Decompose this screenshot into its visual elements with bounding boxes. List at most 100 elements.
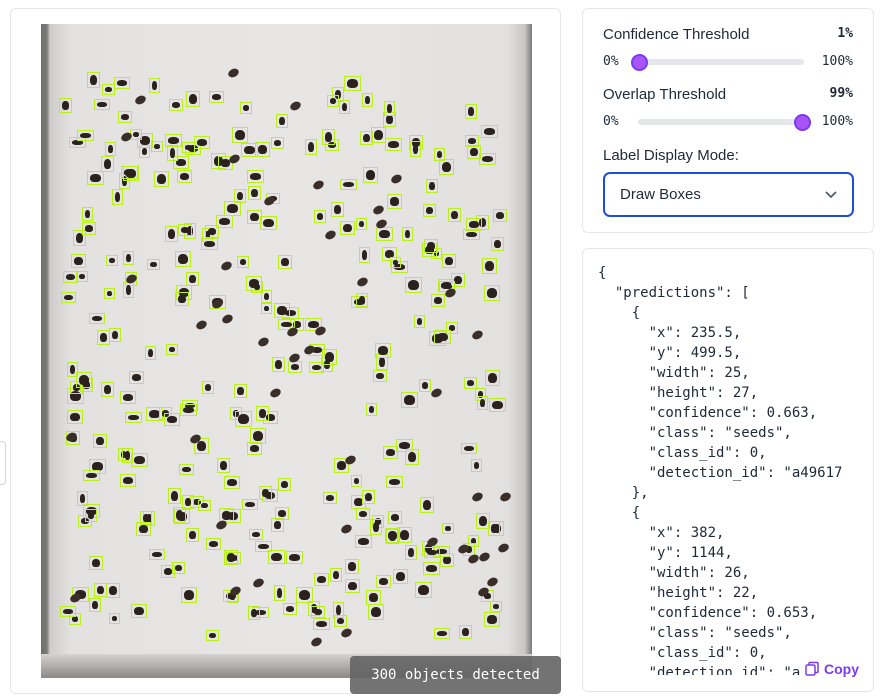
detection-box [260, 216, 277, 230]
detection-box [386, 476, 403, 488]
detection-box [180, 404, 197, 416]
detection-box [420, 497, 434, 513]
detection-box [490, 601, 502, 612]
overlap-max-label: 100% [821, 114, 853, 129]
detection-box [97, 330, 110, 345]
detection-box [271, 518, 284, 532]
detection-overlay [41, 24, 532, 678]
confidence-slider[interactable] [631, 53, 804, 71]
detection-box [106, 255, 118, 266]
detection-box [256, 406, 269, 421]
detection-box [63, 271, 78, 283]
detection-box [224, 550, 238, 565]
detection-box [333, 602, 344, 618]
detection-box [345, 579, 360, 593]
detection-box [471, 459, 482, 472]
detection-box [313, 618, 330, 630]
detection-box [405, 545, 417, 560]
detection-box [105, 142, 116, 156]
detection-box [165, 226, 178, 242]
detection-box [464, 377, 477, 389]
detection-box [248, 186, 261, 200]
detection-box [118, 111, 132, 123]
left-panel-handle[interactable] [0, 441, 6, 485]
detection-box [274, 303, 290, 318]
detection-box [434, 148, 445, 161]
detection-box [106, 583, 120, 598]
detection-box [201, 238, 218, 250]
seed [311, 179, 326, 191]
detection-box [351, 475, 362, 487]
detection-box [405, 449, 419, 465]
detection-box [383, 446, 398, 459]
detection-box [405, 277, 422, 293]
detection-box [147, 259, 160, 270]
confidence-threshold-label: Confidence Threshold [603, 26, 750, 43]
detection-box [477, 396, 488, 410]
detection-box [385, 138, 402, 151]
detection-box [112, 189, 123, 205]
seed [133, 94, 148, 106]
detection-box [206, 538, 221, 550]
detection-box [149, 549, 165, 560]
seed [220, 313, 235, 325]
seed [194, 319, 209, 331]
detection-box [89, 598, 101, 612]
detection-box [376, 575, 391, 588]
overlap-slider-thumb[interactable] [793, 113, 811, 131]
seed [496, 542, 511, 554]
detection-box [255, 142, 270, 157]
detection-box [120, 391, 136, 404]
detection-box [59, 98, 72, 113]
detection-box [109, 328, 121, 342]
detection-box [131, 604, 147, 618]
seed [371, 204, 386, 216]
detection-box [376, 227, 393, 241]
detection-box [385, 528, 400, 543]
detection-box [459, 625, 472, 639]
detection-box [85, 509, 97, 522]
detection-box [89, 313, 105, 324]
copy-button[interactable]: Copy [804, 661, 859, 677]
confidence-slider-thumb[interactable] [631, 53, 649, 71]
seed [339, 627, 354, 639]
detection-box [484, 612, 500, 627]
detection-box [414, 315, 425, 328]
detection-box [323, 492, 337, 504]
detection-box [76, 372, 92, 388]
copy-button-label: Copy [824, 661, 859, 677]
seed [477, 551, 492, 563]
overlap-slider[interactable] [638, 113, 811, 131]
detection-box [178, 224, 192, 236]
detection-box [423, 204, 436, 217]
detection-box [366, 590, 381, 605]
detection-box [286, 551, 303, 564]
detection-box [359, 247, 370, 263]
detection-box [314, 573, 329, 586]
detection-box [154, 171, 169, 187]
label-display-mode-select[interactable]: Draw Boxes [603, 172, 854, 217]
detection-box [242, 499, 258, 510]
detection-box [484, 285, 500, 301]
detection-box [248, 606, 260, 620]
detection-box [224, 201, 241, 216]
detection-box [177, 170, 192, 183]
detection-box [410, 141, 421, 157]
detection-box [151, 141, 163, 152]
json-output-panel: { "predictions": [ { "x": 235.5, "y": 49… [582, 248, 874, 692]
detection-box [101, 382, 114, 397]
json-output-text: { "predictions": [ { "x": 235.5, "y": 49… [598, 265, 843, 675]
detection-box [340, 221, 355, 235]
detection-box [485, 370, 500, 386]
detection-box [168, 488, 181, 504]
confidence-max-label: 100% [821, 54, 853, 69]
detection-box [274, 585, 285, 601]
detection-box [67, 410, 83, 424]
detection-box [71, 254, 86, 268]
overlap-threshold-value: 99% [829, 86, 853, 101]
copy-icon [805, 661, 819, 676]
detection-box [121, 166, 138, 179]
seed [498, 491, 513, 503]
detection-box [169, 99, 183, 111]
detection-box [283, 603, 297, 615]
